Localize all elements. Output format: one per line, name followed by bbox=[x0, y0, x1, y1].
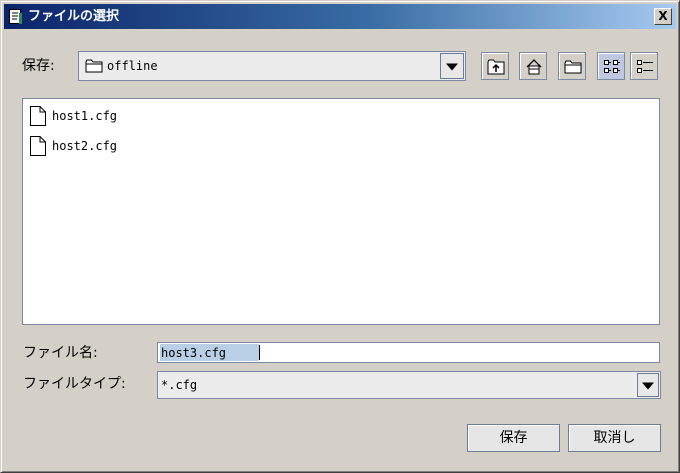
look-in-value: offline bbox=[107, 59, 158, 73]
home-button[interactable] bbox=[519, 52, 547, 80]
list-view-icon bbox=[604, 60, 620, 73]
file-name: host1.cfg bbox=[52, 109, 118, 123]
look-in-combo[interactable]: offline bbox=[78, 51, 466, 81]
document-icon bbox=[9, 9, 22, 24]
text-caret bbox=[259, 345, 260, 360]
details-view-button[interactable] bbox=[630, 52, 658, 80]
file-type-combo[interactable]: *.cfg bbox=[157, 371, 661, 399]
cancel-button[interactable]: 取消し bbox=[568, 424, 661, 452]
close-icon: X bbox=[658, 9, 668, 23]
file-type-dropdown-button[interactable] bbox=[637, 373, 659, 397]
window-title: ファイルの選択 bbox=[28, 9, 120, 24]
new-folder-icon bbox=[564, 60, 582, 74]
save-button[interactable]: 保存 bbox=[467, 424, 560, 452]
file-type-label: ファイルタイプ: bbox=[23, 376, 126, 392]
file-icon bbox=[30, 136, 46, 156]
up-folder-icon bbox=[487, 59, 505, 75]
chevron-down-icon bbox=[642, 382, 654, 390]
file-chooser-dialog: ファイルの選択 X 保存: offline host1.cfg host2.cf… bbox=[0, 0, 680, 473]
up-one-level-button[interactable] bbox=[481, 52, 509, 80]
details-view-icon bbox=[637, 60, 653, 73]
file-name-field[interactable] bbox=[157, 342, 660, 363]
list-view-button[interactable] bbox=[597, 52, 625, 80]
file-name-input[interactable] bbox=[160, 344, 655, 361]
file-list[interactable]: host1.cfg host2.cfg bbox=[22, 98, 660, 325]
look-in-label: 保存: bbox=[22, 58, 55, 74]
file-name: host2.cfg bbox=[52, 139, 118, 153]
file-type-value: *.cfg bbox=[161, 378, 198, 392]
chevron-down-icon bbox=[446, 63, 458, 71]
home-icon bbox=[526, 59, 542, 75]
new-folder-button[interactable] bbox=[558, 52, 586, 80]
title-bar[interactable]: ファイルの選択 X bbox=[4, 4, 676, 29]
look-in-dropdown-button[interactable] bbox=[440, 53, 464, 79]
folder-icon bbox=[85, 59, 103, 73]
close-button[interactable]: X bbox=[654, 8, 672, 25]
file-name-label: ファイル名: bbox=[23, 345, 98, 361]
file-icon bbox=[30, 106, 46, 126]
